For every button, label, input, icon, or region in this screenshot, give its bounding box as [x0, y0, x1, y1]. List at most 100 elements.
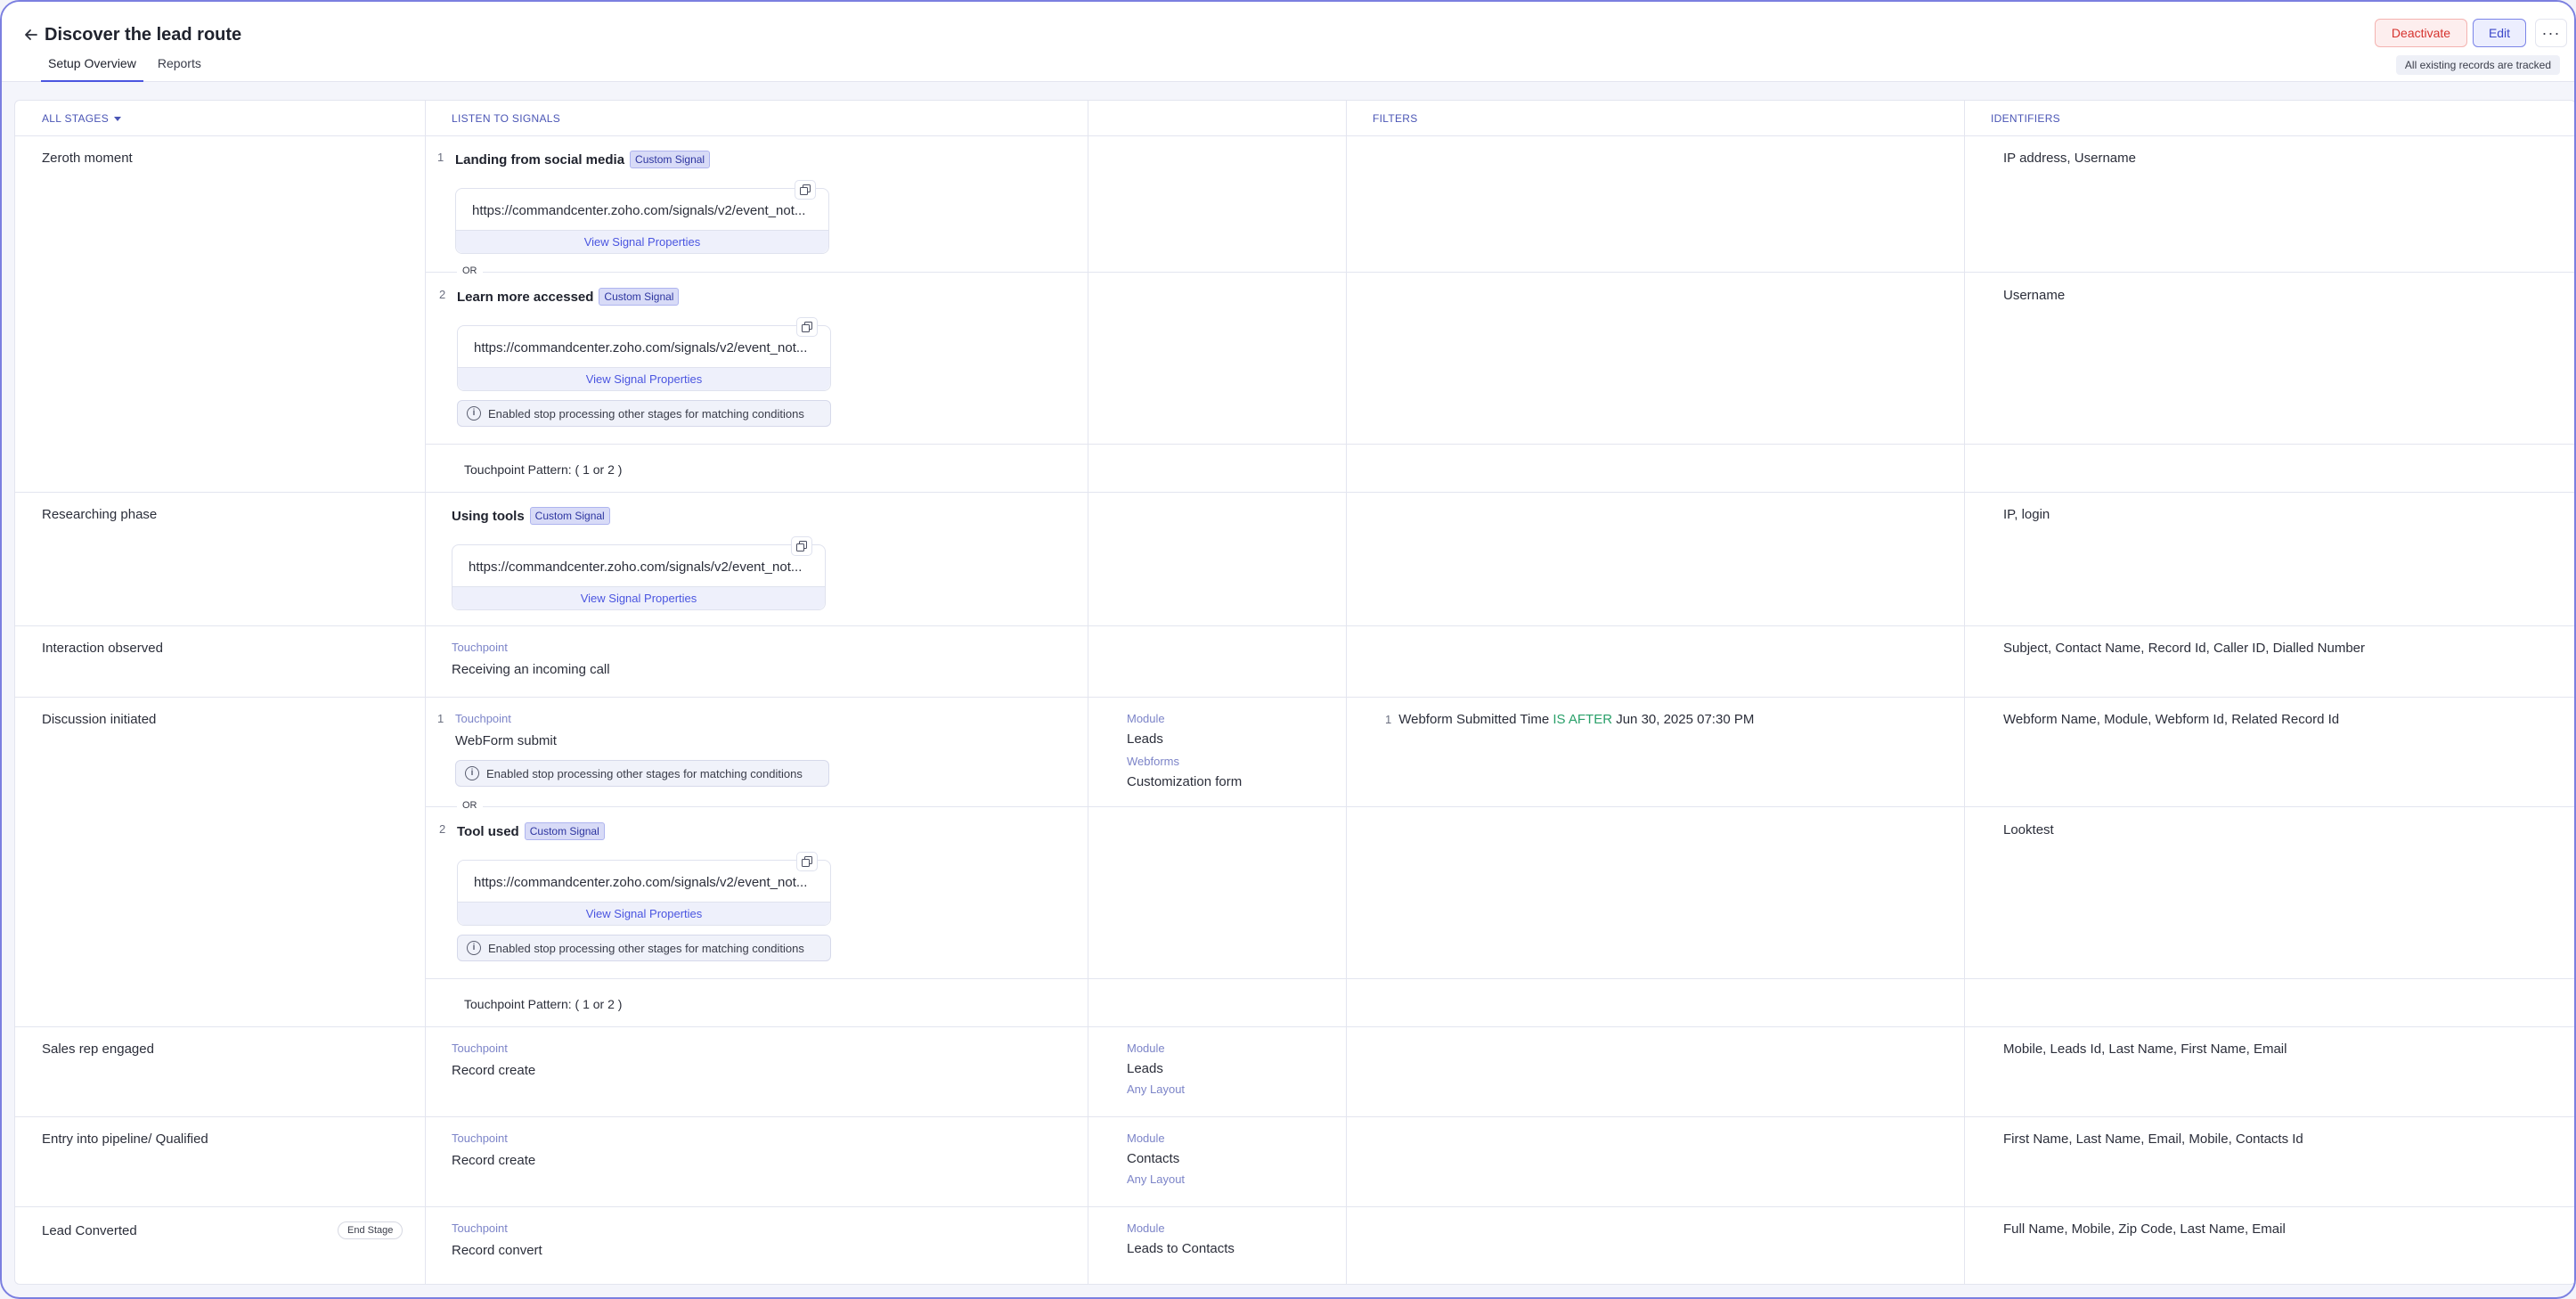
table-row-sales-rep-engaged: Sales rep engaged Touchpoint Record crea…: [15, 1027, 2574, 1117]
signal-number: 2: [439, 288, 446, 301]
module-label: Module: [1127, 1221, 1165, 1235]
stage-name: Entry into pipeline/ Qualified: [42, 1132, 208, 1147]
info-icon: i: [467, 941, 481, 955]
signal-url: https://commandcenter.zoho.com/signals/v…: [469, 560, 803, 575]
touchpoint-value: Receiving an incoming call: [452, 662, 610, 677]
table-row-interaction-observed: Interaction observed Touchpoint Receivin…: [15, 626, 2574, 698]
signal-number: 1: [437, 712, 444, 725]
stage-name: Researching phase: [42, 507, 158, 522]
filter-condition: 1 Webform Submitted Time IS AFTER Jun 30,…: [1385, 712, 1755, 727]
copy-icon[interactable]: [796, 317, 818, 337]
table-row-discussion-initiated: Discussion initiated 1 Touchpoint WebFor…: [15, 698, 2574, 1027]
module-label: Module: [1127, 1042, 1165, 1055]
touchpoint-label: Touchpoint: [452, 1132, 508, 1145]
tracked-status-badge: All existing records are tracked: [2395, 55, 2560, 75]
column-listen-to-signals: LISTEN TO SIGNALS: [452, 112, 561, 125]
stage-name: Sales rep engaged: [42, 1042, 154, 1057]
table-row-zeroth-moment: Zeroth moment 1 Landing from social medi…: [15, 136, 2574, 493]
stop-processing-note: i Enabled stop processing other stages fo…: [457, 400, 831, 427]
stage-name: Discussion initiated: [42, 712, 157, 727]
table-header: ALL STAGES LISTEN TO SIGNALS FILTERS IDE…: [15, 101, 2574, 136]
touchpoint-value: Record create: [452, 1063, 536, 1078]
signal-url-card: https://commandcenter.zoho.com/signals/v…: [455, 180, 829, 254]
table-row-entry-into-pipeline: Entry into pipeline/ Qualified Touchpoin…: [15, 1117, 2574, 1207]
tab-reports[interactable]: Reports: [151, 52, 208, 82]
signal-url: https://commandcenter.zoho.com/signals/v…: [474, 340, 808, 355]
touchpoint-pattern: Touchpoint Pattern: ( 1 or 2 ): [464, 462, 623, 477]
stage-name: Interaction observed: [42, 641, 163, 656]
or-separator: OR: [457, 266, 483, 276]
touchpoint-label: Touchpoint: [455, 712, 511, 725]
touchpoint-label: Touchpoint: [452, 1221, 508, 1235]
copy-icon[interactable]: [791, 536, 812, 556]
signal-name: Tool used Custom Signal: [457, 822, 605, 840]
stages-table: ALL STAGES LISTEN TO SIGNALS FILTERS IDE…: [14, 100, 2574, 1285]
column-module: [1091, 101, 1105, 136]
identifiers-text: Looktest: [2003, 822, 2054, 837]
module-value: Leads to Contacts: [1127, 1241, 1235, 1256]
signal-url-card: https://commandcenter.zoho.com/signals/v…: [457, 317, 831, 391]
touchpoint-pattern: Touchpoint Pattern: ( 1 or 2 ): [464, 997, 623, 1011]
any-layout-text: Any Layout: [1127, 1082, 1186, 1096]
column-filters: FILTERS: [1373, 112, 1418, 125]
copy-icon[interactable]: [795, 180, 816, 200]
module-label: Module: [1127, 712, 1165, 725]
identifiers-text: Full Name, Mobile, Zip Code, Last Name, …: [2003, 1221, 2286, 1237]
touchpoint-value: Record create: [452, 1153, 536, 1168]
signal-name: Learn more accessed Custom Signal: [457, 288, 680, 306]
any-layout-text: Any Layout: [1127, 1172, 1186, 1186]
module-label: Module: [1127, 1132, 1165, 1145]
stage-name: Zeroth moment: [42, 151, 133, 166]
signal-name: Landing from social media Custom Signal: [455, 151, 711, 168]
page-title: Discover the lead route: [45, 25, 242, 45]
custom-signal-tag: Custom Signal: [529, 507, 610, 525]
signal-name: Using tools Custom Signal: [452, 507, 610, 525]
webforms-label: Webforms: [1127, 755, 1179, 768]
identifiers-text: IP address, Username: [2003, 151, 2136, 166]
table-row-researching-phase: Researching phase Using tools Custom Sign…: [15, 493, 2574, 626]
custom-signal-tag: Custom Signal: [599, 288, 680, 306]
view-signal-properties-link[interactable]: View Signal Properties: [456, 230, 828, 253]
module-value: Contacts: [1127, 1151, 1180, 1166]
caret-down-icon: [114, 117, 122, 122]
tab-bar: Setup Overview Reports: [41, 52, 216, 82]
column-all-stages[interactable]: ALL STAGES: [28, 101, 122, 136]
webform-value: Customization form: [1127, 774, 1243, 789]
identifiers-text: Username: [2003, 288, 2066, 303]
module-value: Leads: [1127, 731, 1163, 747]
signal-url-card: https://commandcenter.zoho.com/signals/v…: [452, 536, 826, 610]
view-signal-properties-link[interactable]: View Signal Properties: [458, 902, 830, 925]
column-identifiers: IDENTIFIERS: [1991, 112, 2060, 125]
more-options-button[interactable]: ···: [2535, 19, 2567, 47]
app-window: Discover the lead route Setup Overview R…: [0, 0, 2576, 1299]
module-value: Leads: [1127, 1061, 1163, 1076]
copy-icon[interactable]: [796, 852, 818, 871]
signal-url: https://commandcenter.zoho.com/signals/v…: [472, 203, 806, 218]
table-row-lead-converted: Lead Converted End Stage Touchpoint Reco…: [15, 1207, 2574, 1284]
info-icon: i: [465, 766, 479, 780]
custom-signal-tag: Custom Signal: [524, 822, 605, 840]
signal-url: https://commandcenter.zoho.com/signals/v…: [474, 875, 808, 890]
deactivate-button[interactable]: Deactivate: [2375, 19, 2467, 47]
view-signal-properties-link[interactable]: View Signal Properties: [458, 367, 830, 390]
edit-button[interactable]: Edit: [2473, 19, 2526, 47]
signal-number: 2: [439, 822, 446, 836]
identifiers-text: Mobile, Leads Id, Last Name, First Name,…: [2003, 1042, 2287, 1057]
stop-processing-note: i Enabled stop processing other stages fo…: [457, 935, 831, 961]
identifiers-text: IP, login: [2003, 507, 2050, 522]
info-icon: i: [467, 406, 481, 421]
end-stage-badge: End Stage: [338, 1221, 404, 1239]
identifiers-text: Webform Name, Module, Webform Id, Relate…: [2003, 712, 2340, 727]
stage-name: Lead Converted: [42, 1223, 137, 1238]
touchpoint-label: Touchpoint: [452, 1042, 508, 1055]
touchpoint-label: Touchpoint: [452, 641, 508, 654]
signal-number: 1: [437, 151, 444, 164]
tab-setup-overview[interactable]: Setup Overview: [41, 52, 143, 82]
view-signal-properties-link[interactable]: View Signal Properties: [452, 586, 825, 609]
back-arrow-icon[interactable]: [16, 20, 46, 50]
touchpoint-value: Record convert: [452, 1243, 542, 1258]
signal-url-card: https://commandcenter.zoho.com/signals/v…: [457, 852, 831, 926]
identifiers-text: First Name, Last Name, Email, Mobile, Co…: [2003, 1132, 2303, 1147]
stop-processing-note: i Enabled stop processing other stages fo…: [455, 760, 829, 787]
or-separator: OR: [457, 800, 483, 811]
